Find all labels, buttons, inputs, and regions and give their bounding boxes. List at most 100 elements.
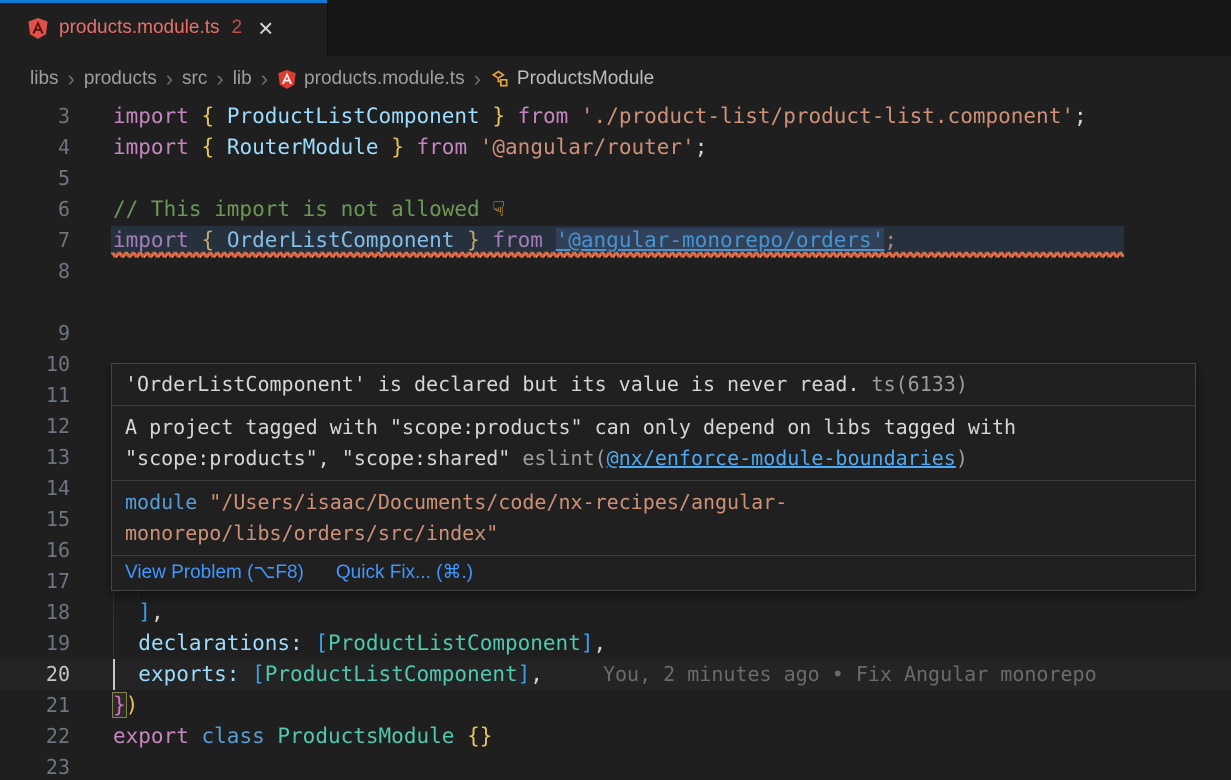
code-token (189, 104, 202, 128)
code-line-6[interactable]: 6 // This import is not allowed ☟ (0, 194, 1231, 225)
code-token: RouterModule (227, 135, 379, 159)
hover-message-line: A project tagged with "scope:products" c… (125, 412, 1182, 443)
code-token: , (594, 631, 607, 655)
code-token (113, 600, 138, 624)
line-number[interactable]: 3 (0, 101, 70, 132)
code-line-4[interactable]: 4 import { RouterModule } from '@angular/… (0, 132, 1231, 163)
line-number[interactable]: 14 (0, 473, 70, 504)
code-token: ; (695, 135, 708, 159)
code-token (454, 724, 467, 748)
line-number[interactable]: 19 (0, 628, 70, 659)
line-content[interactable] (113, 318, 1231, 349)
code-token: class (202, 724, 265, 748)
code-line-3[interactable]: 3 import { ProductListComponent } from '.… (0, 101, 1231, 132)
code-line-23[interactable]: 23 (0, 752, 1231, 780)
code-token (265, 724, 278, 748)
active-indent-guide (113, 659, 115, 690)
line-number[interactable]: 6 (0, 194, 70, 225)
close-icon[interactable]: × (258, 17, 273, 39)
code-token: } (113, 693, 126, 717)
code-line-9[interactable]: 9 (0, 318, 1231, 349)
code-token: "/Users/isaac/Documents/code/nx-recipes/… (209, 490, 787, 514)
line-number[interactable]: 4 (0, 132, 70, 163)
code-token (303, 631, 316, 655)
breadcrumb-src[interactable]: src (182, 68, 207, 90)
breadcrumb-symbol[interactable]: ProductsModule (517, 68, 654, 90)
line-number[interactable]: 5 (0, 163, 70, 194)
hover-action-bar: View Problem (⌥F8) Quick Fix... (⌘.) (112, 555, 1195, 590)
code-token (379, 135, 392, 159)
view-problem-link[interactable]: View Problem (⌥F8) (125, 562, 304, 584)
line-number[interactable]: 23 (0, 752, 70, 780)
line-number[interactable]: 13 (0, 442, 70, 473)
line-number[interactable]: 15 (0, 504, 70, 535)
line-content[interactable]: export class ProductsModule {} (113, 721, 1231, 752)
line-number[interactable] (0, 287, 70, 318)
line-content[interactable] (113, 163, 1231, 194)
line-number[interactable]: 21 (0, 690, 70, 721)
line-number[interactable]: 18 (0, 597, 70, 628)
code-line-21[interactable]: 21}) (0, 690, 1231, 721)
code-token: , (151, 600, 164, 624)
line-content[interactable]: import { ProductListComponent } from './… (113, 101, 1231, 132)
code-token: ProductListComponent (328, 631, 581, 655)
line-number[interactable]: 7 (0, 225, 70, 256)
code-line-5[interactable]: 5 (0, 163, 1231, 194)
hover-message-line: monorepo/libs/orders/src/index" (125, 518, 1182, 549)
code-token: ProductListComponent (227, 104, 480, 128)
line-number[interactable]: 12 (0, 411, 70, 442)
code-token (505, 104, 518, 128)
code-token (214, 135, 227, 159)
breadcrumb-lib[interactable]: lib (233, 68, 252, 90)
line-content[interactable]: exports: [ProductListComponent],You, 2 m… (113, 659, 1231, 690)
line-content[interactable] (113, 256, 1231, 287)
active-tab-indicator (0, 0, 327, 3)
chevron-right-icon: › (166, 69, 173, 89)
line-content[interactable]: // This import is not allowed ☟ (113, 194, 1231, 225)
line-number[interactable]: 20 (0, 659, 70, 690)
line-number[interactable]: 10 (0, 349, 70, 380)
line-content[interactable]: ], (113, 597, 1231, 628)
code-token: './product-list/product-list.component' (581, 104, 1074, 128)
line-number[interactable]: 8 (0, 256, 70, 287)
code-line-19[interactable]: 19 declarations: [ProductListComponent], (0, 628, 1231, 659)
code-token: { (202, 135, 215, 159)
code-line-22[interactable]: 22 export class ProductsModule {} (0, 721, 1231, 752)
indent-guide (113, 597, 114, 628)
line-content[interactable]: import { RouterModule } from '@angular/r… (113, 132, 1231, 163)
line-content[interactable]: }) (113, 690, 1231, 721)
code-token: { (202, 104, 215, 128)
chevron-right-icon: › (474, 69, 481, 89)
breadcrumb-filename[interactable]: products.module.ts (304, 68, 465, 90)
eslint-rule-link[interactable]: @nx/enforce-module-boundaries (607, 446, 956, 470)
line-content[interactable] (113, 752, 1231, 780)
code-line-7[interactable]: 7 import { OrderListComponent } from '@an… (0, 225, 1231, 256)
breadcrumb-products[interactable]: products (84, 68, 157, 90)
code-line-18[interactable]: 18 ], (0, 597, 1231, 628)
code-line-8[interactable]: 8 (0, 256, 1231, 287)
code-token (113, 662, 138, 686)
line-number[interactable]: 22 (0, 721, 70, 752)
code-token: ☟ (492, 197, 505, 221)
angular-file-icon (277, 69, 297, 89)
code-line-20[interactable]: 20 exports: [ProductListComponent],You, … (0, 659, 1231, 690)
line-number[interactable]: 11 (0, 380, 70, 411)
code-token: ProductsModule (277, 724, 454, 748)
code-token: monorepo/libs/orders/src/index" (125, 521, 498, 545)
code-token: from (518, 104, 569, 128)
quick-fix-link[interactable]: Quick Fix... (⌘.) (336, 562, 473, 584)
line-number[interactable]: 17 (0, 566, 70, 597)
line-number[interactable]: 9 (0, 318, 70, 349)
breadcrumb-libs[interactable]: libs (30, 68, 59, 90)
line-content[interactable] (113, 287, 1231, 318)
code-token (189, 135, 202, 159)
code-line-spacer[interactable] (0, 287, 1231, 318)
code-token: // This import is not allowed (113, 197, 492, 221)
code-token: declarations: (138, 631, 302, 655)
code-token (480, 104, 493, 128)
tab-products-module[interactable]: products.module.ts 2 × (0, 0, 328, 56)
line-number[interactable]: 16 (0, 535, 70, 566)
line-content[interactable]: import { OrderListComponent } from '@ang… (113, 225, 1231, 256)
line-content[interactable]: declarations: [ProductListComponent], (113, 628, 1231, 659)
code-token (239, 662, 252, 686)
